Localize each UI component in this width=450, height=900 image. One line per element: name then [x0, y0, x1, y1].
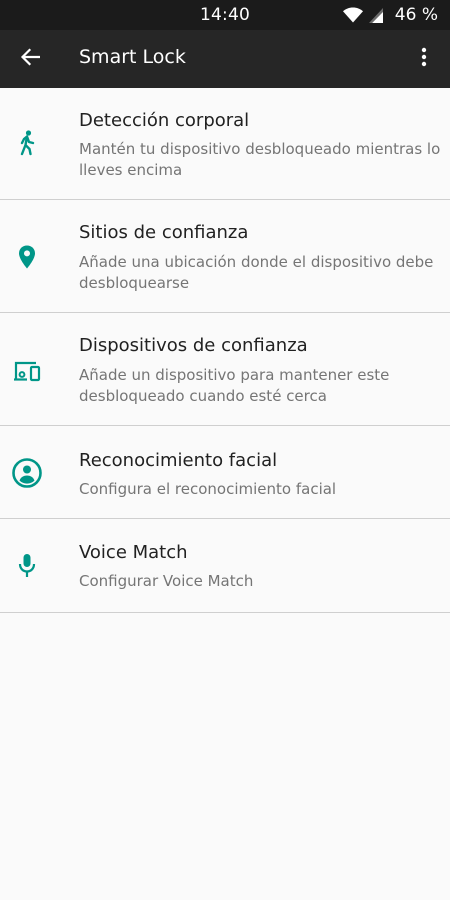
item-subtitle: Mantén tu dispositivo desbloqueado mient…: [79, 140, 441, 179]
list-item-body-detection[interactable]: Detección corporal Mantén tu dispositivo…: [0, 88, 450, 200]
page-title: Smart Lock: [79, 46, 186, 68]
item-subtitle: Añade un dispositivo para mantener este …: [79, 366, 390, 405]
item-title: Voice Match: [79, 542, 188, 563]
location-pin-icon: [0, 245, 54, 269]
cell-signal-icon: [368, 7, 383, 23]
list-item-face-recognition[interactable]: Reconocimiento facial Configura el recon…: [0, 426, 450, 519]
item-subtitle: Añade una ubicación donde el dispositivo…: [79, 253, 434, 292]
face-icon: [0, 457, 54, 489]
battery-level: 46 %: [394, 5, 438, 25]
overflow-menu-button[interactable]: [408, 43, 440, 75]
app-bar: Smart Lock: [0, 30, 450, 88]
item-title: Sitios de confianza: [79, 222, 249, 243]
item-subtitle: Configura el reconocimiento facial: [79, 480, 337, 498]
back-button[interactable]: [14, 43, 46, 75]
list-item-trusted-places[interactable]: Sitios de confianza Añade una ubicación …: [0, 200, 450, 313]
arrow-back-icon: [20, 48, 41, 70]
status-icons: 46 %: [342, 4, 438, 26]
list-item-voice-match[interactable]: Voice Match Configurar Voice Match: [0, 519, 450, 613]
devices-icon: [0, 360, 54, 382]
item-subtitle: Configurar Voice Match: [79, 572, 254, 590]
smart-lock-options-list: Detección corporal Mantén tu dispositivo…: [0, 88, 450, 613]
wifi-icon: [342, 7, 363, 23]
status-bar: 14:40 46 %: [0, 0, 450, 30]
microphone-icon: [0, 553, 54, 579]
list-item-trusted-devices[interactable]: Dispositivos de confianza Añade un dispo…: [0, 313, 450, 426]
item-title: Detección corporal: [79, 110, 250, 131]
item-title: Reconocimiento facial: [79, 450, 278, 471]
walking-person-icon: [0, 130, 54, 156]
more-vert-icon: [421, 47, 427, 71]
item-title: Dispositivos de confianza: [79, 335, 308, 356]
